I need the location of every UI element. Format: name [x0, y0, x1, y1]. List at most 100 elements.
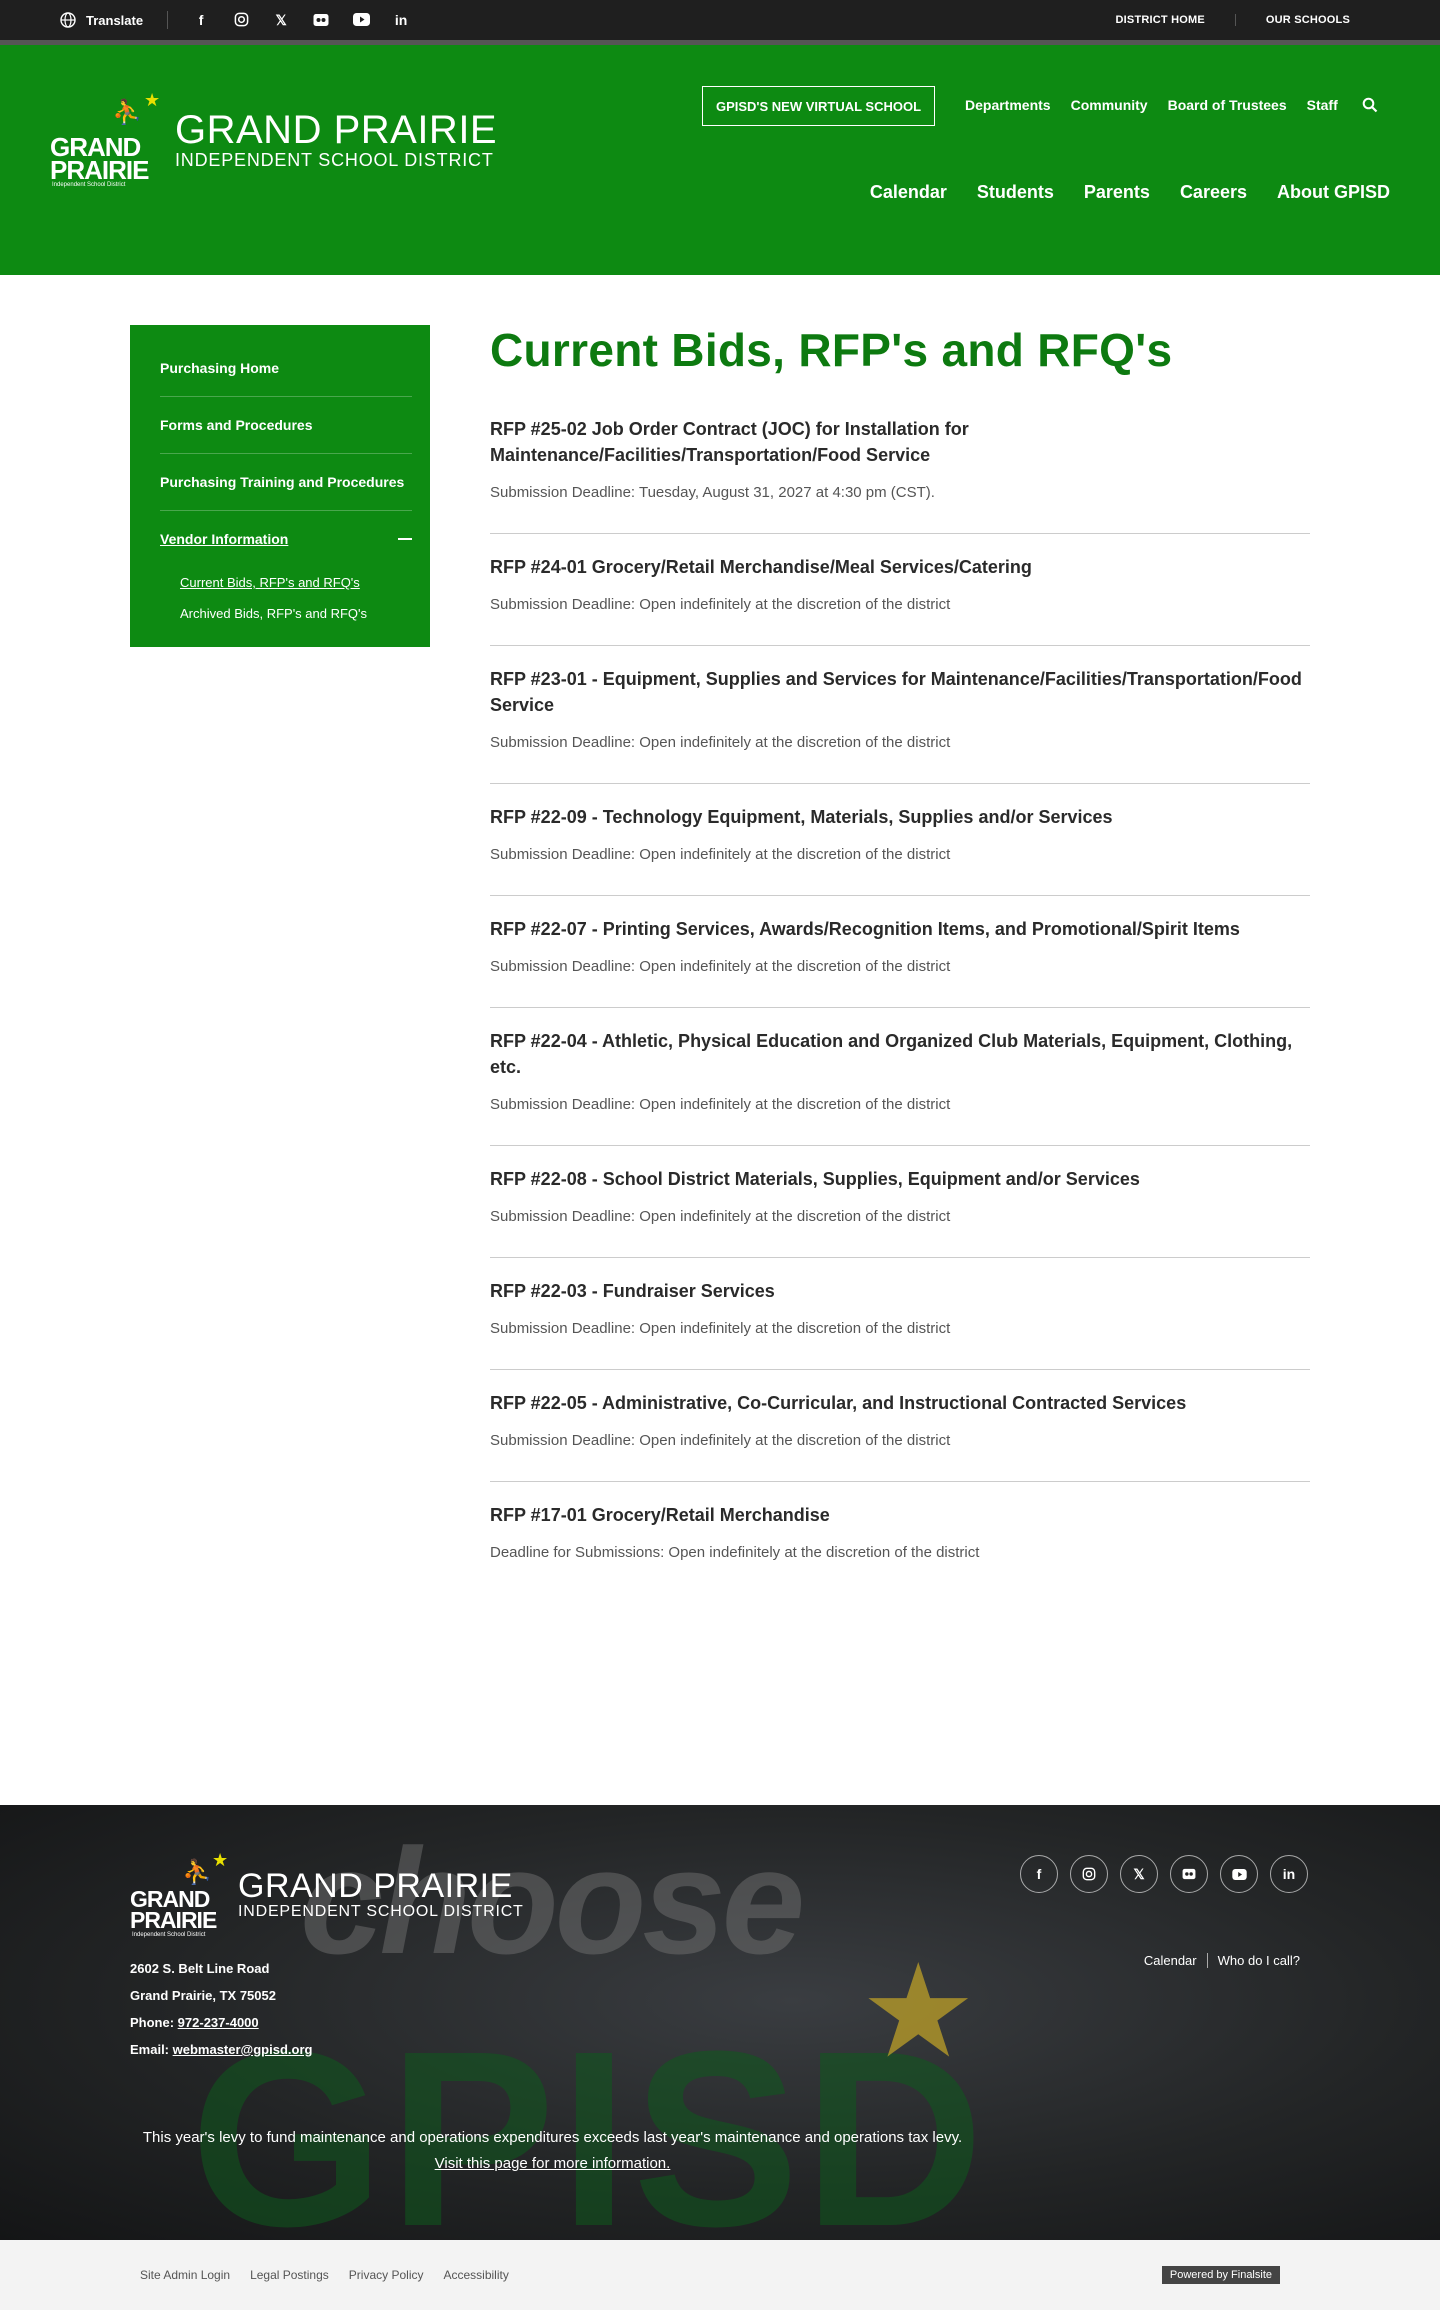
phone-line: Phone: 972-237-4000	[130, 2009, 312, 2036]
bid-title-link[interactable]: RFP #22-07 - Printing Services, Awards/R…	[490, 916, 1310, 942]
privacy-policy-link[interactable]: Privacy Policy	[349, 2268, 424, 2282]
footer-who-do-i-call-link[interactable]: Who do I call?	[1218, 1953, 1300, 1968]
legal-postings-link[interactable]: Legal Postings	[250, 2268, 329, 2282]
site-header: ★ ⛹ GRAND PRAIRIE Independent School Dis…	[0, 45, 1440, 275]
nav-community[interactable]: Community	[1071, 97, 1148, 113]
levy-info-link[interactable]: Visit this page for more information.	[130, 2151, 975, 2177]
instagram-icon[interactable]	[232, 10, 250, 30]
district-home-link[interactable]: DISTRICT HOME	[1086, 14, 1235, 26]
email-link[interactable]: webmaster@gpisd.org	[173, 2042, 313, 2057]
linkedin-icon[interactable]: in	[392, 11, 410, 29]
bid-title-link[interactable]: RFP #23-01 - Equipment, Supplies and Ser…	[490, 666, 1310, 718]
bid-deadline: Submission Deadline: Open indefinitely a…	[490, 1431, 951, 1449]
sidebar-item-forms-and-procedures[interactable]: Forms and Procedures	[160, 397, 412, 454]
logo-mark-text: PRAIRIE	[130, 1907, 217, 1933]
bid-item: RFP #22-09 - Technology Equipment, Mater…	[490, 784, 1310, 896]
bid-item: RFP #17-01 Grocery/Retail Merchandise De…	[490, 1482, 1310, 1593]
bottom-bar: Site Admin Login Legal Postings Privacy …	[0, 2240, 1440, 2310]
logo-mark: ★ ⛹ GRAND PRAIRIE Independent School Dis…	[130, 1850, 230, 1940]
linkedin-icon[interactable]: in	[1270, 1855, 1308, 1893]
footer-logo[interactable]: ★ ⛹ GRAND PRAIRIE Independent School Dis…	[130, 1850, 524, 1940]
nav-students[interactable]: Students	[977, 182, 1054, 203]
bid-title-link[interactable]: RFP #17-01 Grocery/Retail Merchandise	[490, 1502, 1310, 1528]
phone-label: Phone:	[130, 2015, 178, 2030]
bid-title-link[interactable]: RFP #22-08 - School District Materials, …	[490, 1166, 1310, 1192]
nav-about-gpisd[interactable]: About GPISD	[1277, 182, 1390, 203]
nav-careers[interactable]: Careers	[1180, 182, 1247, 203]
footer-links: Calendar Who do I call?	[1134, 1953, 1310, 1968]
accessibility-link[interactable]: Accessibility	[443, 2268, 508, 2282]
translate-button[interactable]: Translate	[60, 11, 169, 29]
x-icon[interactable]: 𝕏	[1120, 1855, 1158, 1893]
contact-info: 2602 S. Belt Line Road Grand Prairie, TX…	[130, 1955, 312, 2063]
flickr-icon[interactable]	[312, 11, 330, 30]
facebook-icon[interactable]: f	[192, 11, 210, 29]
youtube-icon[interactable]	[1220, 1855, 1258, 1893]
section-nav: Purchasing Home Forms and Procedures Pur…	[130, 325, 430, 647]
logo-subtitle: INDEPENDENT SCHOOL DISTRICT	[175, 149, 494, 170]
bid-title-link[interactable]: RFP #25-02 Job Order Contract (JOC) for …	[490, 416, 1310, 468]
social-links: f 𝕏 in	[192, 10, 410, 30]
bid-deadline: Submission Deadline: Open indefinitely a…	[490, 1207, 951, 1225]
logo-mark-subtext: Independent School District	[52, 182, 126, 188]
bid-title-link[interactable]: RFP #22-04 - Athletic, Physical Educatio…	[490, 1028, 1310, 1080]
nav-calendar[interactable]: Calendar	[870, 182, 947, 203]
footer-calendar-link[interactable]: Calendar	[1144, 1953, 1197, 1968]
phone-link[interactable]: 972-237-4000	[178, 2015, 259, 2030]
sidebar-item-vendor-information[interactable]: Vendor Information	[160, 511, 412, 567]
search-icon[interactable]	[1362, 97, 1378, 113]
bid-deadline: Deadline for Submissions: Open indefinit…	[490, 1543, 980, 1561]
bid-item: RFP #22-08 - School District Materials, …	[490, 1146, 1310, 1258]
address-line: Grand Prairie, TX 75052	[130, 1988, 276, 2003]
district-logo[interactable]: ★ ⛹ GRAND PRAIRIE Independent School Dis…	[50, 90, 497, 190]
nav-parents[interactable]: Parents	[1084, 182, 1150, 203]
powered-by-finalsite-badge[interactable]: Powered by Finalsite	[1161, 2266, 1280, 2284]
bid-deadline: Submission Deadline: Open indefinitely a…	[490, 1319, 951, 1337]
bid-item: RFP #22-07 - Printing Services, Awards/R…	[490, 896, 1310, 1008]
page-title: Current Bids, RFP's and RFQ's	[490, 324, 1173, 376]
our-schools-link[interactable]: OUR SCHOOLS	[1234, 14, 1380, 26]
bid-deadline: Submission Deadline: Tuesday, August 31,…	[490, 483, 935, 501]
star-icon: ★	[144, 90, 161, 110]
facebook-icon[interactable]: f	[1020, 1855, 1058, 1893]
utility-nav: Departments Community Board of Trustees …	[965, 97, 1338, 113]
bid-item: RFP #25-02 Job Order Contract (JOC) for …	[490, 416, 1310, 534]
bid-title-link[interactable]: RFP #22-09 - Technology Equipment, Mater…	[490, 804, 1310, 830]
sidebar-item-purchasing-training[interactable]: Purchasing Training and Procedures	[160, 454, 412, 511]
collapse-icon[interactable]	[398, 538, 412, 540]
instagram-icon[interactable]	[1070, 1855, 1108, 1893]
site-admin-login-link[interactable]: Site Admin Login	[140, 2268, 230, 2282]
address-line: 2602 S. Belt Line Road	[130, 1961, 270, 1976]
page-content: Purchasing Home Forms and Procedures Pur…	[0, 275, 1440, 1805]
sidebar-subitem-archived-bids[interactable]: Archived Bids, RFP's and RFQ's	[160, 598, 412, 629]
sidebar-subitem-current-bids[interactable]: Current Bids, RFP's and RFQ's	[160, 567, 412, 598]
background-star-icon: ★	[860, 1938, 977, 2084]
bid-title-link[interactable]: RFP #22-03 - Fundraiser Services	[490, 1278, 1310, 1304]
bid-deadline: Submission Deadline: Open indefinitely a…	[490, 1095, 951, 1113]
email-label: Email:	[130, 2042, 173, 2057]
bid-deadline: Submission Deadline: Open indefinitely a…	[490, 845, 951, 863]
site-footer: choose GPISD ★ ★ ⛹ GRAND PRAIRIE Indepen…	[0, 1805, 1440, 2240]
flickr-icon[interactable]	[1170, 1855, 1208, 1893]
utility-bar: Translate f 𝕏 in DISTRICT HOME OUR SCHOO…	[0, 0, 1440, 40]
youtube-icon[interactable]	[352, 11, 370, 30]
sidebar-item-purchasing-home[interactable]: Purchasing Home	[160, 340, 412, 397]
logo-subtitle: INDEPENDENT SCHOOL DISTRICT	[238, 1903, 524, 1920]
bid-title-link[interactable]: RFP #24-01 Grocery/Retail Merchandise/Me…	[490, 554, 1310, 580]
tax-levy-notice: This year's levy to fund maintenance and…	[130, 2125, 975, 2177]
bid-item: RFP #22-04 - Athletic, Physical Educatio…	[490, 1008, 1310, 1146]
x-icon[interactable]: 𝕏	[272, 11, 290, 29]
virtual-school-button[interactable]: GPISD'S NEW VIRTUAL SCHOOL	[702, 86, 935, 126]
logo-title: GRAND PRAIRIE	[175, 107, 498, 152]
main-nav: Calendar Students Parents Careers About …	[870, 182, 1390, 203]
bid-item: RFP #23-01 - Equipment, Supplies and Ser…	[490, 646, 1310, 784]
nav-departments[interactable]: Departments	[965, 97, 1051, 113]
nav-staff[interactable]: Staff	[1307, 97, 1338, 113]
runners-icon: ⛹	[112, 99, 142, 126]
email-line: Email: webmaster@gpisd.org	[130, 2036, 312, 2063]
bid-deadline: Submission Deadline: Open indefinitely a…	[490, 595, 951, 613]
bid-title-link[interactable]: RFP #22-05 - Administrative, Co-Curricul…	[490, 1390, 1310, 1416]
runners-icon: ⛹	[182, 1859, 212, 1886]
sidebar-item-label: Vendor Information	[160, 531, 289, 547]
nav-board-of-trustees[interactable]: Board of Trustees	[1168, 97, 1287, 113]
